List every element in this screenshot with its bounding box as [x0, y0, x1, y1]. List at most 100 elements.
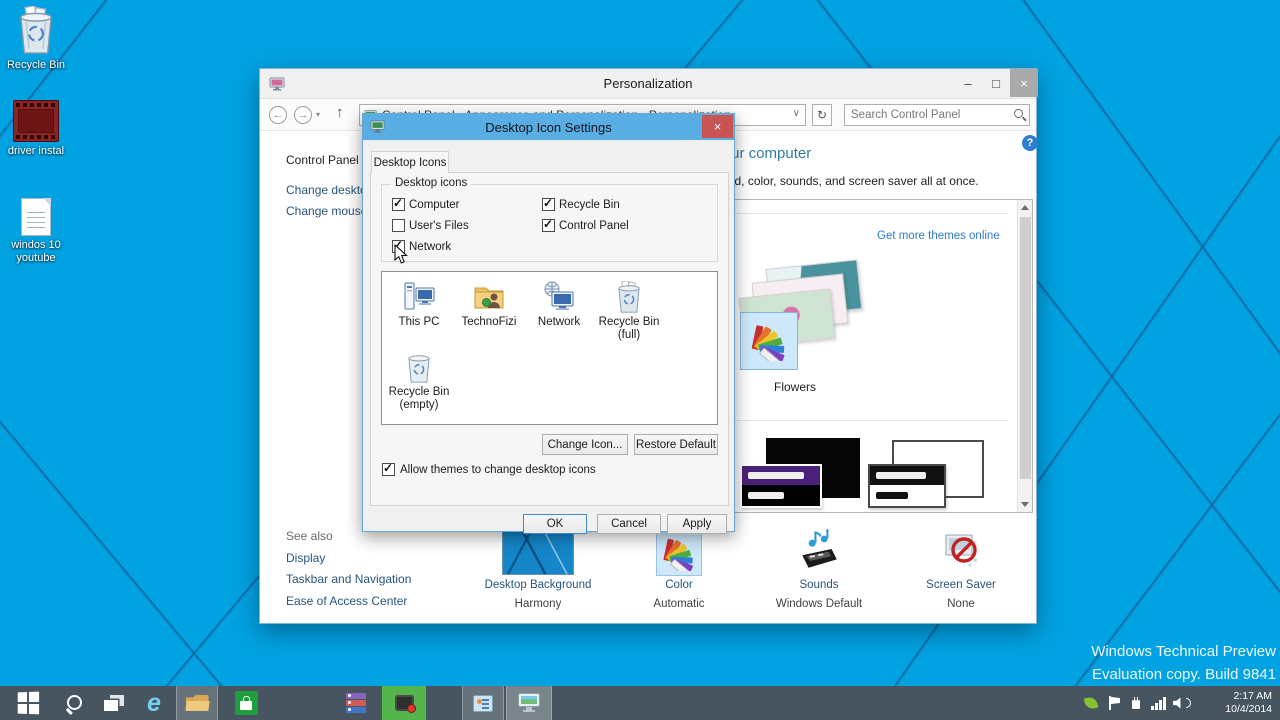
display-settings-icon: [518, 693, 540, 713]
dialog-close-button[interactable]: ×: [702, 115, 733, 138]
address-dropdown-icon[interactable]: ∨: [793, 108, 800, 119]
close-button[interactable]: ×: [1010, 69, 1038, 97]
up-button[interactable]: ↑: [336, 104, 344, 121]
search-box[interactable]: [844, 104, 1030, 126]
taskbar-search-button[interactable]: [56, 686, 92, 720]
settings-tool-button[interactable]: [462, 686, 504, 720]
checkbox-users-files[interactable]: [392, 219, 405, 232]
store-button[interactable]: [224, 686, 268, 720]
recycle-bin-full-icon: [594, 280, 664, 314]
forward-button[interactable]: →: [294, 106, 312, 124]
back-button[interactable]: ←: [269, 106, 287, 124]
desktop-background-thumbnail[interactable]: [502, 531, 574, 575]
preview-this-pc[interactable]: This PC: [384, 280, 454, 329]
scroll-up-icon[interactable]: [1021, 205, 1029, 210]
screen-recorder-button[interactable]: [382, 686, 426, 720]
internet-explorer-icon: e: [147, 691, 161, 716]
desktop-icon-label: driver instal: [0, 145, 72, 158]
see-also-header: See also: [286, 529, 333, 543]
checkbox-computer[interactable]: ✓: [392, 198, 405, 211]
checkbox-computer-label[interactable]: Computer: [409, 199, 460, 211]
checkbox-allow-themes[interactable]: ✓: [382, 463, 395, 476]
footer-desktop-background-label[interactable]: Desktop Background: [460, 579, 616, 591]
screen-recorder-icon: [395, 695, 414, 711]
change-icon-button[interactable]: Change Icon...: [542, 434, 628, 455]
checkbox-control-panel-label[interactable]: Control Panel: [559, 220, 629, 232]
themes-scrollbar[interactable]: [1017, 200, 1032, 512]
sidebar-item-ease-of-access-center[interactable]: Ease of Access Center: [286, 594, 407, 608]
network-icon: [524, 280, 594, 314]
checkbox-users-files-label[interactable]: User's Files: [409, 220, 469, 232]
window-title: Personalization: [260, 76, 1036, 91]
dialog-titlebar[interactable]: Desktop Icon Settings ×: [363, 114, 734, 140]
display-settings-button[interactable]: [506, 686, 552, 720]
search-input[interactable]: [851, 106, 1001, 124]
apply-button[interactable]: Apply: [667, 514, 727, 534]
windows-logo-icon: [18, 692, 39, 715]
desktop-icon-recycle-bin[interactable]: Recycle Bin: [0, 6, 72, 72]
footer-sounds-value: Windows Default: [741, 598, 897, 610]
settings-tool-icon: [473, 695, 493, 712]
text-document-icon: [0, 198, 72, 236]
watermark-line2: Evaluation copy. Build 9841: [1010, 663, 1276, 686]
search-icon: [65, 694, 83, 712]
task-view-button[interactable]: [96, 686, 132, 720]
high-contrast-theme-1-window: [740, 464, 822, 508]
theme-name: Flowers: [774, 380, 816, 394]
checkbox-recycle-bin[interactable]: ✓: [542, 198, 555, 211]
window-titlebar[interactable]: Personalization – □ ×: [260, 69, 1036, 99]
taskbar-clock[interactable]: 2:17 AM 10/4/2014: [1196, 690, 1272, 716]
preview-recycle-bin-empty[interactable]: Recycle Bin (empty): [384, 350, 454, 412]
ok-button[interactable]: OK: [523, 514, 587, 534]
preview-network[interactable]: Network: [524, 280, 594, 329]
winrar-icon: [346, 693, 366, 713]
mouse-cursor: [394, 244, 408, 270]
windows-watermark: Windows Technical Preview Evaluation cop…: [1010, 640, 1276, 686]
help-icon[interactable]: ?: [1022, 135, 1038, 151]
desktop-icon-driver-instal[interactable]: driver instal: [0, 100, 72, 158]
desktop-icon-label: windos 10 youtube: [0, 239, 72, 265]
folder-icon: [186, 695, 209, 711]
checkbox-allow-themes-label[interactable]: Allow themes to change desktop icons: [400, 464, 596, 476]
sounds-icon[interactable]: [796, 527, 842, 578]
file-explorer-button[interactable]: [176, 686, 218, 720]
footer-sounds-label[interactable]: Sounds: [741, 579, 897, 591]
refresh-button[interactable]: ↻: [812, 104, 832, 126]
tab-label: Desktop Icons: [374, 157, 447, 169]
internet-explorer-button[interactable]: e: [134, 686, 174, 720]
action-center-flag-icon[interactable]: [1108, 686, 1121, 720]
watermark-line1: Windows Technical Preview: [1010, 640, 1276, 663]
signal-bars-icon[interactable]: [1151, 686, 1166, 720]
start-button[interactable]: [6, 686, 50, 720]
checkbox-recycle-bin-label[interactable]: Recycle Bin: [559, 199, 620, 211]
desktop-icon-windos10-youtube[interactable]: windos 10 youtube: [0, 198, 72, 265]
tab-desktop-icons[interactable]: Desktop Icons: [371, 151, 449, 173]
flowers-theme-selected-tile[interactable]: [740, 312, 798, 370]
screen-saver-icon[interactable]: [939, 528, 983, 577]
preview-technofizi[interactable]: TechnoFizi: [454, 280, 524, 329]
maximize-button[interactable]: □: [982, 69, 1010, 97]
color-tile[interactable]: [656, 530, 702, 576]
get-more-themes-link[interactable]: Get more themes online: [877, 230, 1000, 242]
history-dropdown-icon[interactable]: ▾: [316, 110, 320, 119]
volume-icon[interactable]: [1173, 686, 1191, 720]
task-view-icon: [104, 695, 124, 711]
checkbox-control-panel[interactable]: ✓: [542, 219, 555, 232]
search-icon[interactable]: [1014, 109, 1023, 118]
preview-recycle-bin-full[interactable]: Recycle Bin (full): [594, 280, 664, 342]
footer-color-label[interactable]: Color: [601, 579, 757, 591]
minimize-button[interactable]: –: [954, 69, 982, 97]
tray-app-icon[interactable]: [1085, 686, 1097, 720]
footer-screen-saver-label[interactable]: Screen Saver: [883, 579, 1039, 591]
scroll-down-icon[interactable]: [1021, 502, 1029, 507]
sidebar-item-display[interactable]: Display: [286, 551, 325, 565]
cancel-button[interactable]: Cancel: [597, 514, 661, 534]
checkbox-network-label[interactable]: Network: [409, 241, 451, 253]
winrar-button[interactable]: [334, 686, 378, 720]
recycle-bin-full-icon: [0, 6, 72, 56]
taskbar: e: [0, 686, 1280, 720]
network-icon[interactable]: [1130, 686, 1142, 720]
restore-default-button[interactable]: Restore Default: [634, 434, 718, 455]
scrollbar-thumb[interactable]: [1020, 217, 1031, 479]
sidebar-item-taskbar-and-navigation[interactable]: Taskbar and Navigation: [286, 572, 411, 586]
